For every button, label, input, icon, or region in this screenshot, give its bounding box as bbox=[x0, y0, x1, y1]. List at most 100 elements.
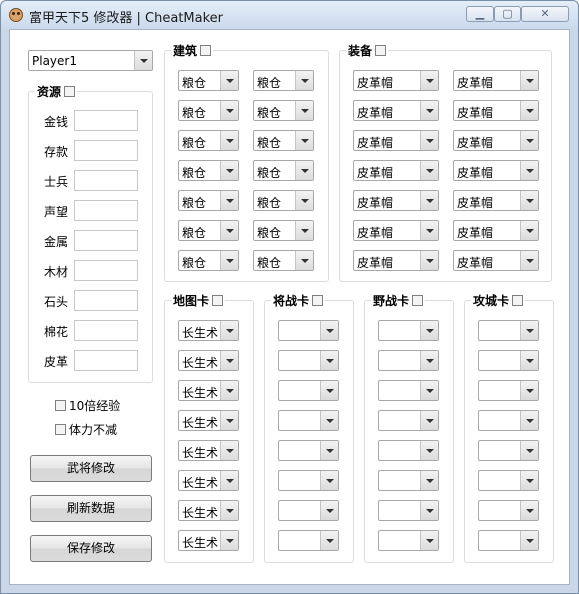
equipment-select[interactable]: 皮革帽 bbox=[453, 220, 539, 241]
chevron-down-icon[interactable] bbox=[420, 441, 438, 460]
option-no-stamina-loss[interactable]: 体力不减 bbox=[55, 421, 117, 438]
resource-input[interactable] bbox=[74, 320, 138, 341]
field-card-select[interactable] bbox=[378, 500, 439, 521]
chevron-down-icon[interactable] bbox=[220, 131, 238, 150]
chevron-down-icon[interactable] bbox=[220, 101, 238, 120]
chevron-down-icon[interactable] bbox=[420, 191, 438, 210]
map-card-select[interactable]: 长生术 bbox=[178, 350, 239, 371]
chevron-down-icon[interactable] bbox=[420, 351, 438, 370]
chevron-down-icon[interactable] bbox=[520, 221, 538, 240]
chevron-down-icon[interactable] bbox=[295, 191, 313, 210]
building-select[interactable]: 粮仓 bbox=[178, 160, 239, 181]
siege-card-checkbox[interactable] bbox=[512, 295, 524, 306]
resource-input[interactable] bbox=[74, 140, 138, 161]
field-card-select[interactable] bbox=[378, 350, 439, 371]
siege-card-select[interactable] bbox=[478, 530, 539, 551]
chevron-down-icon[interactable] bbox=[220, 251, 238, 270]
chevron-down-icon[interactable] bbox=[520, 71, 538, 90]
chevron-down-icon[interactable] bbox=[220, 221, 238, 240]
chevron-down-icon[interactable] bbox=[520, 191, 538, 210]
building-select[interactable]: 粮仓 bbox=[178, 190, 239, 211]
equipment-select[interactable]: 皮革帽 bbox=[353, 160, 439, 181]
chevron-down-icon[interactable] bbox=[520, 501, 538, 520]
minimize-button[interactable]: ▁ bbox=[466, 6, 494, 22]
chevron-down-icon[interactable] bbox=[520, 441, 538, 460]
chevron-down-icon[interactable] bbox=[220, 531, 238, 550]
equipment-select[interactable]: 皮革帽 bbox=[453, 70, 539, 91]
chevron-down-icon[interactable] bbox=[320, 321, 338, 340]
building-select[interactable]: 粮仓 bbox=[253, 250, 314, 271]
chevron-down-icon[interactable] bbox=[220, 71, 238, 90]
siege-card-select[interactable] bbox=[478, 350, 539, 371]
building-select[interactable]: 粮仓 bbox=[253, 100, 314, 121]
chevron-down-icon[interactable] bbox=[295, 251, 313, 270]
equipment-select[interactable]: 皮革帽 bbox=[353, 220, 439, 241]
map-card-select[interactable]: 长生术 bbox=[178, 380, 239, 401]
chevron-down-icon[interactable] bbox=[420, 221, 438, 240]
building-select[interactable]: 粮仓 bbox=[178, 130, 239, 151]
chevron-down-icon[interactable] bbox=[134, 51, 152, 70]
chevron-down-icon[interactable] bbox=[320, 381, 338, 400]
field-card-checkbox[interactable] bbox=[412, 295, 424, 306]
chevron-down-icon[interactable] bbox=[520, 351, 538, 370]
chevron-down-icon[interactable] bbox=[420, 251, 438, 270]
chevron-down-icon[interactable] bbox=[520, 131, 538, 150]
siege-card-select[interactable] bbox=[478, 500, 539, 521]
save-button[interactable]: 保存修改 bbox=[30, 535, 152, 562]
building-select[interactable]: 粮仓 bbox=[178, 100, 239, 121]
title-bar[interactable]: 富甲天下5 修改器 | CheatMaker ▁ ▢ ✕ bbox=[1, 1, 578, 29]
field-card-select[interactable] bbox=[378, 410, 439, 431]
chevron-down-icon[interactable] bbox=[420, 101, 438, 120]
chevron-down-icon[interactable] bbox=[320, 501, 338, 520]
chevron-down-icon[interactable] bbox=[220, 501, 238, 520]
chevron-down-icon[interactable] bbox=[220, 471, 238, 490]
building-checkbox[interactable] bbox=[200, 45, 212, 56]
chevron-down-icon[interactable] bbox=[220, 411, 238, 430]
chevron-down-icon[interactable] bbox=[520, 531, 538, 550]
resource-input[interactable] bbox=[74, 230, 138, 251]
chevron-down-icon[interactable] bbox=[520, 321, 538, 340]
chevron-down-icon[interactable] bbox=[320, 471, 338, 490]
general-card-select[interactable] bbox=[278, 440, 339, 461]
field-card-select[interactable] bbox=[378, 470, 439, 491]
chevron-down-icon[interactable] bbox=[320, 411, 338, 430]
field-card-select[interactable] bbox=[378, 530, 439, 551]
chevron-down-icon[interactable] bbox=[520, 251, 538, 270]
chevron-down-icon[interactable] bbox=[520, 161, 538, 180]
equipment-select[interactable]: 皮革帽 bbox=[353, 190, 439, 211]
map-card-select[interactable]: 长生术 bbox=[178, 500, 239, 521]
resources-checkbox[interactable] bbox=[64, 86, 76, 97]
option-10x-exp[interactable]: 10倍经验 bbox=[55, 397, 120, 414]
siege-card-select[interactable] bbox=[478, 380, 539, 401]
chevron-down-icon[interactable] bbox=[220, 351, 238, 370]
chevron-down-icon[interactable] bbox=[420, 161, 438, 180]
siege-card-select[interactable] bbox=[478, 470, 539, 491]
equipment-select[interactable]: 皮革帽 bbox=[453, 190, 539, 211]
building-select[interactable]: 粮仓 bbox=[253, 130, 314, 151]
option-no-stamina-loss-checkbox[interactable] bbox=[55, 424, 66, 435]
building-select[interactable]: 粮仓 bbox=[253, 220, 314, 241]
map-card-select[interactable]: 长生术 bbox=[178, 530, 239, 551]
field-card-select[interactable] bbox=[378, 320, 439, 341]
equipment-checkbox[interactable] bbox=[375, 45, 387, 56]
general-card-select[interactable] bbox=[278, 350, 339, 371]
map-card-select[interactable]: 长生术 bbox=[178, 440, 239, 461]
equipment-select[interactable]: 皮革帽 bbox=[453, 130, 539, 151]
chevron-down-icon[interactable] bbox=[420, 471, 438, 490]
general-card-select[interactable] bbox=[278, 530, 339, 551]
map-card-select[interactable]: 长生术 bbox=[178, 320, 239, 341]
resource-input[interactable] bbox=[74, 260, 138, 281]
equipment-select[interactable]: 皮革帽 bbox=[353, 250, 439, 271]
building-select[interactable]: 粮仓 bbox=[253, 190, 314, 211]
chevron-down-icon[interactable] bbox=[295, 221, 313, 240]
chevron-down-icon[interactable] bbox=[220, 381, 238, 400]
chevron-down-icon[interactable] bbox=[320, 441, 338, 460]
chevron-down-icon[interactable] bbox=[420, 131, 438, 150]
building-select[interactable]: 粮仓 bbox=[253, 160, 314, 181]
chevron-down-icon[interactable] bbox=[420, 71, 438, 90]
building-select[interactable]: 粮仓 bbox=[253, 70, 314, 91]
field-card-select[interactable] bbox=[378, 440, 439, 461]
resource-input[interactable] bbox=[74, 350, 138, 371]
chevron-down-icon[interactable] bbox=[220, 441, 238, 460]
chevron-down-icon[interactable] bbox=[320, 531, 338, 550]
